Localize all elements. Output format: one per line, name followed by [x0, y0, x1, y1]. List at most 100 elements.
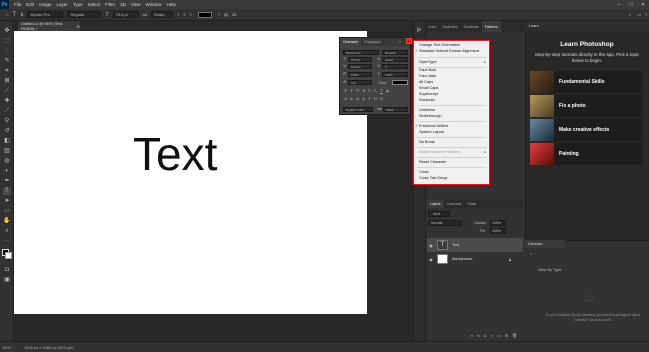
subscript-button[interactable]: T₁: [373, 89, 378, 94]
strikethrough-button[interactable]: T: [385, 89, 390, 94]
menu-system-layout[interactable]: System Layout: [419, 130, 444, 134]
tab-gradients[interactable]: Gradients: [461, 25, 482, 29]
menu-file[interactable]: File: [14, 2, 21, 7]
zoom-level[interactable]: 66%: [3, 345, 11, 350]
menu-faux-bold[interactable]: Faux Bold: [419, 68, 436, 72]
menu-layer[interactable]: Layer: [57, 2, 68, 7]
tab-paragraph[interactable]: Paragraph: [361, 40, 383, 44]
minimize-icon[interactable]: –: [613, 0, 625, 9]
close-window-icon[interactable]: ✕: [637, 0, 649, 9]
stylistic-button[interactable]: A: [361, 97, 366, 102]
menu-close[interactable]: Close: [419, 170, 429, 174]
blend-mode-select[interactable]: Normal: [428, 220, 462, 226]
warp-text-icon[interactable]: ⌇: [218, 11, 220, 18]
swash-button[interactable]: st: [355, 97, 360, 102]
small-caps-button[interactable]: Tt: [361, 89, 366, 94]
learn-card-painting[interactable]: Painting: [530, 143, 642, 165]
menu-window[interactable]: Window: [146, 2, 162, 7]
type-tool-icon[interactable]: T: [3, 188, 11, 195]
eyedropper-tool-icon[interactable]: ⟋: [3, 88, 11, 95]
toggle-panels-icon[interactable]: ▤: [224, 11, 228, 18]
ligatures-button[interactable]: fi: [343, 97, 348, 102]
menu-view[interactable]: View: [131, 2, 141, 7]
font-family-select[interactable]: Myriad Pro: [27, 11, 64, 18]
superscript-button[interactable]: T¹: [367, 89, 372, 94]
anti-alias-select[interactable]: Sharp: [383, 107, 408, 112]
font-size-select[interactable]: 75.5 pt: [112, 11, 139, 18]
learn-card-fundamental-skills[interactable]: Fundamental Skills: [530, 71, 642, 93]
menu-all-caps[interactable]: All Caps: [419, 80, 433, 84]
3d-icon[interactable]: 3D: [232, 11, 237, 18]
menu-type[interactable]: Type: [73, 2, 83, 7]
titling-button[interactable]: T: [367, 97, 372, 102]
document-tab[interactable]: Untitled-1 @ 66% (Text, RGB/8) * ✕: [18, 21, 80, 31]
align-center-icon[interactable]: ≡: [183, 11, 185, 18]
tracking-field[interactable]: 0: [382, 64, 408, 69]
vertical-scale-field[interactable]: 100%: [348, 72, 372, 77]
canvas-text-layer[interactable]: Text: [133, 126, 217, 182]
tab-patterns[interactable]: Patterns: [481, 21, 501, 32]
opacity-field[interactable]: 100%: [490, 220, 506, 226]
kerning-field[interactable]: Metrics: [348, 64, 372, 69]
type-tool-preset-icon[interactable]: T: [12, 11, 16, 18]
menu-select[interactable]: Select: [88, 2, 101, 7]
crop-tool-icon[interactable]: ⌗: [3, 68, 11, 75]
underline-button[interactable]: T: [379, 89, 384, 94]
menu-small-caps[interactable]: Small Caps: [419, 86, 438, 90]
menu-superscript[interactable]: Superscript: [419, 92, 438, 96]
menu-standard-vertical-roman[interactable]: Standard Vertical Roman Alignment: [419, 49, 479, 53]
tab-color[interactable]: Color: [425, 25, 439, 29]
hand-tool-icon[interactable]: ✋: [3, 218, 11, 225]
all-caps-button[interactable]: TT: [355, 89, 360, 94]
screen-mode-icon[interactable]: ▣: [3, 277, 11, 284]
font-style-select[interactable]: Regular: [67, 11, 102, 18]
home-icon[interactable]: ⌂: [6, 11, 8, 18]
panel-collapse-icon[interactable]: »: [399, 39, 401, 44]
baseline-shift-field[interactable]: 0 pt: [348, 80, 372, 85]
tab-libraries[interactable]: Libraries: [525, 240, 565, 248]
pen-tool-icon[interactable]: ✒: [3, 178, 11, 185]
rectangle-tool-icon[interactable]: ▭: [3, 208, 11, 215]
old-style-button[interactable]: ơ: [349, 97, 354, 102]
quick-mask-icon[interactable]: ◘: [3, 267, 11, 274]
ordinals-button[interactable]: 1ˢᵗ: [373, 97, 378, 102]
layer-filter-select[interactable]: Kind: [428, 211, 450, 217]
trash-icon[interactable]: 🗑︎: [512, 333, 517, 339]
paragraph-panel-icon[interactable]: Þ: [417, 28, 421, 34]
tab-learn[interactable]: Learn: [525, 21, 649, 31]
gradient-tool-icon[interactable]: ▥: [3, 148, 11, 155]
menu-close-tab-group[interactable]: Close Tab Group: [419, 176, 447, 180]
view-by-type[interactable]: View by Type: [538, 267, 562, 272]
more-tools-icon[interactable]: ···: [3, 238, 11, 245]
mask-icon[interactable]: ◘: [484, 333, 486, 339]
anti-alias-select[interactable]: Sharp: [150, 11, 173, 18]
language-select[interactable]: English: USA: [343, 107, 373, 112]
dodge-tool-icon[interactable]: ◐: [3, 168, 11, 175]
layer-row-text[interactable]: ◉ T Text: [427, 238, 523, 252]
leading-field[interactable]: (Auto): [382, 57, 408, 62]
font-family-field[interactable]: Myriad Pro: [343, 50, 379, 55]
menu-image[interactable]: Image: [39, 2, 52, 7]
brush-tool-icon[interactable]: ⟋: [3, 108, 11, 115]
blur-tool-icon[interactable]: ◍: [3, 158, 11, 165]
font-size-field[interactable]: 75.5 pt: [348, 57, 372, 62]
align-right-icon[interactable]: ≡: [190, 11, 192, 18]
menu-opentype[interactable]: OpenType: [419, 60, 437, 64]
frame-tool-icon[interactable]: ⊠: [3, 78, 11, 85]
marquee-tool-icon[interactable]: ⬚: [3, 38, 11, 45]
menu-fractional-widths[interactable]: Fractional Widths: [419, 124, 448, 128]
lock-icon[interactable]: 🔒︎: [509, 257, 511, 262]
menu-strikethrough[interactable]: Strikethrough: [419, 114, 442, 118]
menu-faux-italic[interactable]: Faux Italic: [419, 74, 436, 78]
background-color-swatch[interactable]: [5, 252, 12, 259]
maximize-icon[interactable]: □: [625, 0, 637, 9]
tab-swatches[interactable]: Swatches: [439, 25, 460, 29]
stamp-tool-icon[interactable]: ⚲: [3, 118, 11, 125]
fractions-button[interactable]: ½: [379, 97, 384, 102]
menu-help[interactable]: Help: [167, 2, 176, 7]
text-orientation-icon[interactable]: ⇅: [20, 11, 23, 18]
eye-icon[interactable]: ◉: [427, 243, 435, 248]
faux-italic-button[interactable]: T: [349, 89, 354, 94]
menu-edit[interactable]: Edit: [26, 2, 34, 7]
link-layers-icon[interactable]: ∞: [470, 333, 473, 339]
